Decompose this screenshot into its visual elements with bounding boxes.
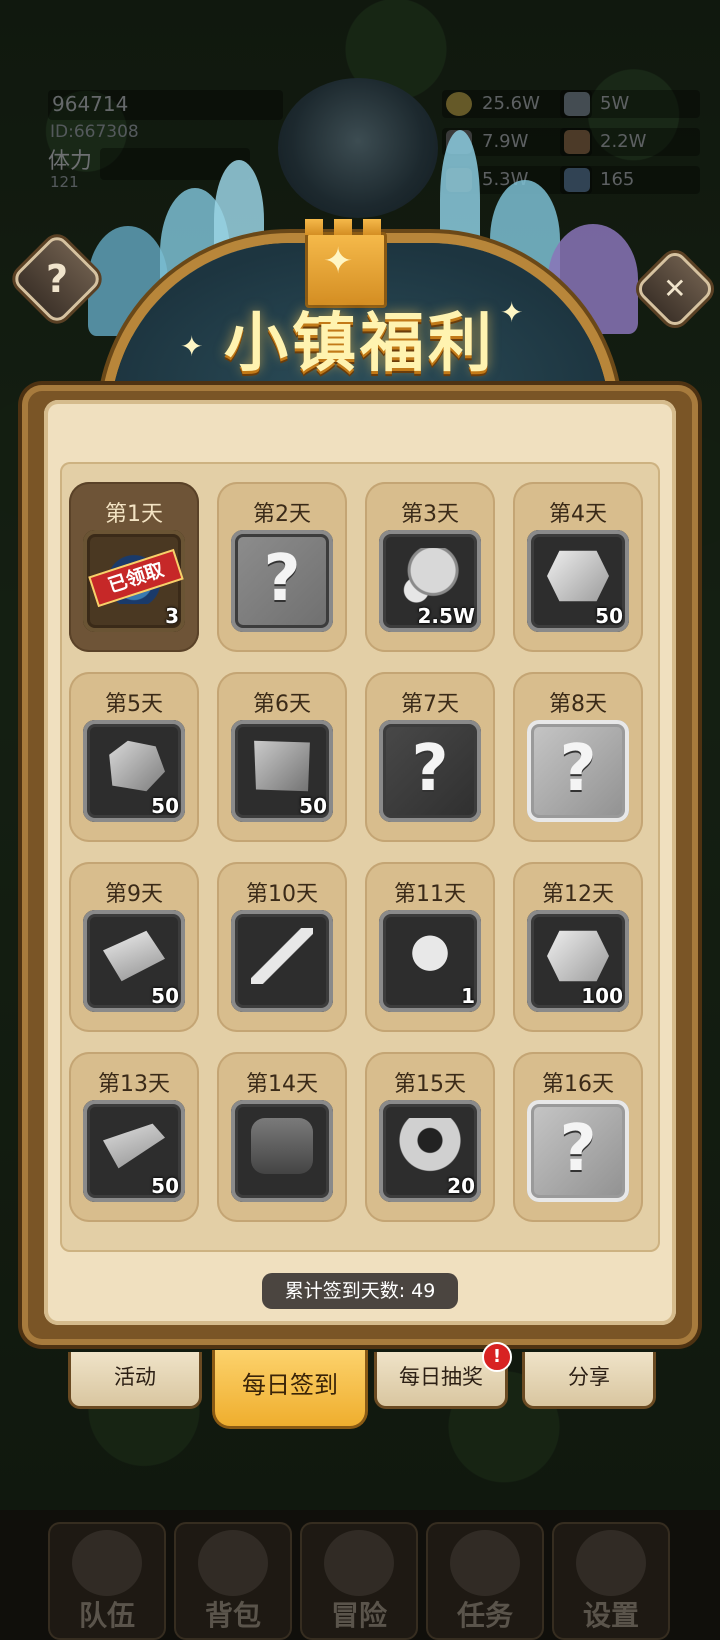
crystal-ore-icon: 50 — [527, 530, 629, 632]
day-label: 第7天 — [401, 692, 459, 717]
coin-bag-icon: 2.5W — [379, 530, 481, 632]
day-label: 第4天 — [549, 502, 607, 527]
sign-in-count: 累计签到天数: 49 — [262, 1273, 458, 1309]
reward-quantity: 100 — [581, 984, 623, 1008]
day-cell[interactable]: 第16天? — [513, 1052, 643, 1222]
feather-icon: 1 — [379, 910, 481, 1012]
sword-icon — [231, 910, 333, 1012]
coin-bag-graphic — [399, 548, 461, 604]
tab-activity[interactable]: 活动 — [68, 1352, 202, 1409]
alert-badge: ! — [482, 1342, 512, 1372]
question-icon: ? — [45, 256, 69, 301]
crystal-ore-graphic — [547, 550, 609, 602]
reward-quantity: 1 — [461, 984, 475, 1008]
day-cell[interactable]: 第6天 50 — [217, 672, 347, 842]
sparkle-icon: ✦ — [500, 296, 524, 329]
day-cell[interactable]: 第13天 50 — [69, 1052, 199, 1222]
day-cell[interactable]: 第3天 2.5W — [365, 482, 495, 652]
day-label: 第13天 — [98, 1072, 170, 1097]
crystal-ore-icon: 100 — [527, 910, 629, 1012]
page-title: 小镇福利 — [224, 307, 496, 381]
day-label: 第11天 — [394, 882, 466, 907]
mystery-reward-icon: ? — [527, 720, 629, 822]
reward-quantity: 50 — [595, 604, 623, 628]
backpack-icon — [231, 1100, 333, 1202]
log-graphic — [103, 1123, 165, 1169]
reward-quantity: 50 — [299, 794, 327, 818]
reward-quantity: 50 — [151, 794, 179, 818]
cloth-icon: 50 — [231, 720, 333, 822]
day-cell[interactable]: 第1天 3 已领取 — [69, 482, 199, 652]
day-cell[interactable]: 第4天 50 — [513, 482, 643, 652]
reward-quantity: 20 — [447, 1174, 475, 1198]
nav-dim — [0, 1510, 720, 1640]
iron-ingot-icon: 50 — [83, 910, 185, 1012]
day-label: 第9天 — [105, 882, 163, 907]
reward-quantity: 50 — [151, 1174, 179, 1198]
close-icon: ✕ — [663, 272, 687, 305]
day-cell[interactable]: 第12天 100 — [513, 862, 643, 1032]
day-label: 第15天 — [394, 1072, 466, 1097]
day-label: 第10天 — [246, 882, 318, 907]
stone-ore-graphic — [109, 740, 165, 792]
rune-stone-icon: 20 — [379, 1100, 481, 1202]
mystery-reward-icon: ? — [231, 530, 333, 632]
day-cell[interactable]: 第10天 — [217, 862, 347, 1032]
day-label: 第14天 — [246, 1072, 318, 1097]
star-icon: ✦ — [323, 241, 354, 282]
mystery-reward-icon: ? — [527, 1100, 629, 1202]
day-cell[interactable]: 第9天 50 — [69, 862, 199, 1032]
day-label: 第16天 — [542, 1072, 614, 1097]
reward-quantity: 50 — [151, 984, 179, 1008]
question-mark: ? — [263, 542, 301, 616]
day-label: 第5天 — [105, 692, 163, 717]
feather-graphic — [399, 928, 461, 984]
crystal-ore-graphic — [547, 930, 609, 982]
tab-share[interactable]: 分享 — [522, 1352, 656, 1409]
backpack-graphic — [251, 1118, 313, 1174]
tab-daily-signin[interactable]: 每日签到 — [212, 1350, 368, 1429]
potion-icon: 3 已领取 — [83, 530, 185, 632]
iron-ingot-graphic — [103, 930, 165, 982]
mystery-reward-icon: ? — [379, 720, 481, 822]
day-cell[interactable]: 第11天 1 — [365, 862, 495, 1032]
reward-quantity: 3 — [165, 604, 179, 628]
question-mark: ? — [559, 1112, 597, 1186]
stone-ore-icon: 50 — [83, 720, 185, 822]
day-cell[interactable]: 第5天 50 — [69, 672, 199, 842]
question-mark: ? — [411, 732, 449, 806]
reward-quantity: 2.5W — [417, 604, 476, 628]
day-cell[interactable]: 第14天 — [217, 1052, 347, 1222]
day-cell[interactable]: 第8天? — [513, 672, 643, 842]
question-mark: ? — [559, 732, 597, 806]
sword-graphic — [251, 928, 313, 984]
day-label: 第8天 — [549, 692, 607, 717]
day-label: 第6天 — [253, 692, 311, 717]
day-label: 第12天 — [542, 882, 614, 907]
cloth-graphic — [254, 740, 310, 792]
day-label: 第2天 — [253, 502, 311, 527]
day-label: 第1天 — [105, 502, 163, 527]
sparkle-icon: ✦ — [180, 330, 204, 363]
log-icon: 50 — [83, 1100, 185, 1202]
day-cell[interactable]: 第7天? — [365, 672, 495, 842]
day-cell[interactable]: 第15天 20 — [365, 1052, 495, 1222]
rune-stone-graphic — [399, 1118, 461, 1174]
day-cell[interactable]: 第2天? — [217, 482, 347, 652]
day-label: 第3天 — [401, 502, 459, 527]
